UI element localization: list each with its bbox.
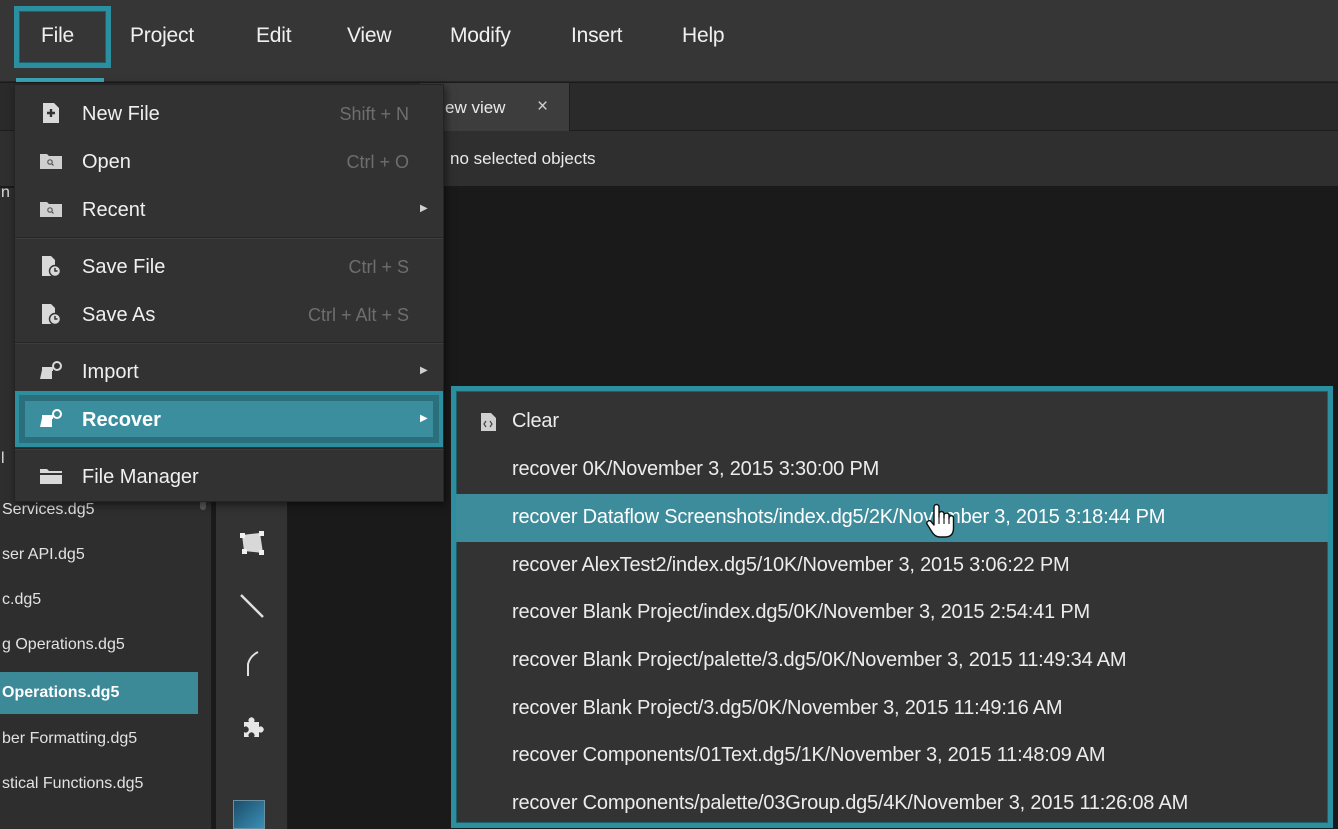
hand-pointer-cursor-icon xyxy=(925,503,955,541)
menu-item-label: Save As xyxy=(82,304,156,326)
puzzle-piece-icon[interactable] xyxy=(216,708,288,748)
menu-item-label: Recent xyxy=(82,199,146,221)
menu-insert[interactable]: Insert xyxy=(571,24,623,48)
selection-status-text: no selected objects xyxy=(450,149,596,168)
submenu-arrow-icon: ▶ xyxy=(420,203,428,214)
save-file-icon xyxy=(39,255,63,277)
submenu-item-recover[interactable]: recover Blank Project/index.dg5/0K/Novem… xyxy=(456,589,1328,637)
project-file-item-active[interactable]: Operations.dg5 xyxy=(0,672,198,714)
color-swatch[interactable] xyxy=(233,800,265,829)
folder-icon xyxy=(39,198,63,220)
project-file-item[interactable]: ber Formatting.dg5 xyxy=(0,718,198,760)
file-menu-highlight-frame xyxy=(14,6,111,68)
menu-item-save-file[interactable]: Save File Ctrl + S xyxy=(15,242,443,290)
submenu-item-label: recover 0K/November 3, 2015 3:30:00 PM xyxy=(512,458,880,480)
folder-icon xyxy=(39,465,63,487)
submenu-item-clear[interactable]: Clear xyxy=(456,398,1328,446)
menu-item-label: Import xyxy=(82,361,139,383)
file-menu-active-indicator xyxy=(16,78,104,82)
code-file-icon xyxy=(480,412,498,432)
menu-item-label: File Manager xyxy=(82,466,199,488)
document-tab-label: ew view xyxy=(445,98,506,117)
menu-item-save-as[interactable]: Save As Ctrl + Alt + S xyxy=(15,290,443,338)
menu-item-import[interactable]: Import ▶ xyxy=(15,347,443,395)
menu-separator xyxy=(15,448,443,449)
submenu-item-recover-selected[interactable]: recover Dataflow Screenshots/index.dg5/2… xyxy=(456,494,1328,542)
folder-icon xyxy=(39,150,63,172)
submenu-item-label: recover AlexTest2/index.dg5/10K/November… xyxy=(512,554,1070,576)
menu-item-label: Recover xyxy=(82,409,161,431)
submenu-arrow-icon: ▶ xyxy=(420,365,428,376)
close-icon[interactable]: × xyxy=(537,96,548,118)
menu-item-shortcut: Ctrl + O xyxy=(346,152,409,172)
line-tool-icon[interactable] xyxy=(216,586,288,626)
polygon-tool-icon[interactable] xyxy=(216,524,288,564)
panel-edge-text: l xyxy=(1,450,5,467)
submenu-item-recover[interactable]: recover Components/palette/03Group.dg5/4… xyxy=(456,780,1328,828)
menu-item-shortcut: Ctrl + Alt + S xyxy=(307,305,409,325)
menu-help[interactable]: Help xyxy=(682,24,725,48)
submenu-item-label: recover Components/palette/03Group.dg5/4… xyxy=(512,792,1189,814)
menu-item-shortcut: Shift + N xyxy=(339,104,409,124)
menu-modify[interactable]: Modify xyxy=(450,24,511,48)
file-menu-dropdown: New File Shift + N Open Ctrl + O Recent … xyxy=(14,84,444,502)
menu-separator xyxy=(15,342,443,343)
submenu-arrow-icon: ▶ xyxy=(420,413,428,424)
save-file-icon xyxy=(39,303,63,325)
menu-edit[interactable]: Edit xyxy=(256,24,292,48)
menu-item-shortcut: Ctrl + S xyxy=(348,257,409,277)
menu-item-label: Open xyxy=(82,151,131,173)
menu-item-recent[interactable]: Recent ▶ xyxy=(15,185,443,233)
project-file-item[interactable]: stical Functions.dg5 xyxy=(0,763,198,805)
submenu-item-label: recover Components/01Text.dg5/1K/Novembe… xyxy=(512,744,1106,766)
menu-item-new-file[interactable]: New File Shift + N xyxy=(15,89,443,137)
import-icon xyxy=(39,408,63,430)
curve-tool-icon[interactable] xyxy=(216,644,288,684)
menu-project[interactable]: Project xyxy=(130,24,194,48)
submenu-item-label: recover Blank Project/index.dg5/0K/Novem… xyxy=(512,601,1090,623)
submenu-item-recover[interactable]: recover Blank Project/palette/3.dg5/0K/N… xyxy=(456,637,1328,685)
menu-item-file-manager[interactable]: File Manager xyxy=(15,452,443,500)
menu-view[interactable]: View xyxy=(347,24,392,48)
new-file-icon xyxy=(39,102,63,124)
menu-separator xyxy=(15,237,443,238)
submenu-item-label: recover Dataflow Screenshots/index.dg5/2… xyxy=(512,506,1166,528)
panel-edge-text: n xyxy=(1,184,10,201)
submenu-item-recover[interactable]: recover 0K/November 3, 2015 3:30:00 PM xyxy=(456,446,1328,494)
submenu-item-label: Clear xyxy=(512,410,559,432)
menu-bar: File Project Edit View Modify Insert Hel… xyxy=(0,0,1338,82)
menu-item-open[interactable]: Open Ctrl + O xyxy=(15,137,443,185)
submenu-item-label: recover Blank Project/palette/3.dg5/0K/N… xyxy=(512,649,1127,671)
project-file-item[interactable]: ser API.dg5 xyxy=(0,534,198,576)
menu-item-label: Save File xyxy=(82,256,166,278)
import-icon xyxy=(39,360,63,382)
project-file-item[interactable]: g Operations.dg5 xyxy=(0,624,198,666)
menu-item-label: New File xyxy=(82,103,160,125)
submenu-item-recover[interactable]: recover AlexTest2/index.dg5/10K/November… xyxy=(456,542,1328,590)
submenu-item-recover[interactable]: recover Blank Project/3.dg5/0K/November … xyxy=(456,685,1328,733)
menu-item-recover[interactable]: Recover ▶ xyxy=(15,395,443,443)
submenu-item-label: recover Blank Project/3.dg5/0K/November … xyxy=(512,697,1063,719)
project-file-item[interactable]: c.dg5 xyxy=(0,579,198,621)
recover-submenu: Clear recover 0K/November 3, 2015 3:30:0… xyxy=(451,386,1333,828)
submenu-item-recover[interactable]: recover Components/01Text.dg5/1K/Novembe… xyxy=(456,732,1328,780)
tool-palette xyxy=(216,500,288,829)
